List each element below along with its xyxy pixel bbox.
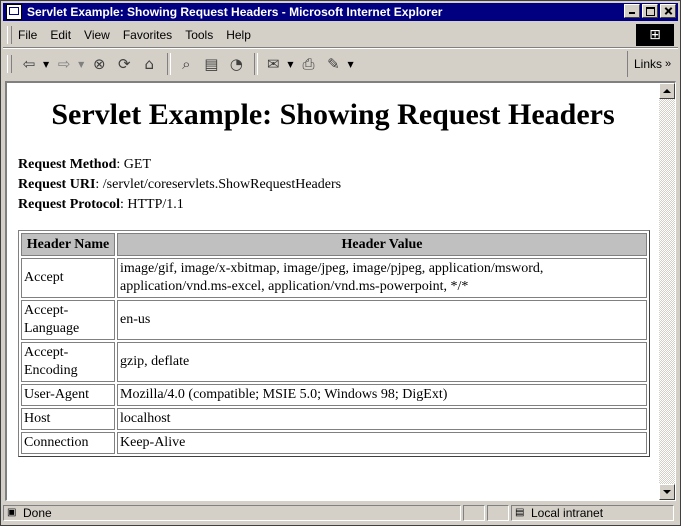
chevron-right-icon[interactable]: »	[665, 58, 671, 70]
window-title: Servlet Example: Showing Request Headers…	[27, 5, 443, 19]
header-value-column: Header Value	[117, 233, 647, 256]
security-zone-panel[interactable]: ▤ Local intranet	[511, 505, 674, 521]
title-bar[interactable]: Servlet Example: Showing Request Headers…	[3, 3, 678, 21]
window-controls	[622, 4, 676, 18]
table-row: User-Agent Mozilla/4.0 (compatible; MSIE…	[21, 384, 647, 406]
page-title: Servlet Example: Showing Request Headers	[51, 98, 615, 131]
menu-view[interactable]: View	[84, 28, 110, 42]
links-bar[interactable]: Links »	[627, 51, 678, 77]
header-name-cell: Accept-Encoding	[21, 342, 115, 382]
headers-table: Header Name Header Value Accept image/gi…	[18, 230, 650, 457]
menu-file[interactable]: File	[18, 28, 37, 42]
request-protocol-label: Request Protocol	[18, 197, 120, 212]
header-value-cell: en-us	[117, 300, 647, 340]
vertical-scrollbar[interactable]	[659, 83, 675, 500]
security-zone-label: Local intranet	[531, 506, 604, 520]
browser-window: Servlet Example: Showing Request Headers…	[0, 0, 681, 526]
header-name-cell: User-Agent	[21, 384, 115, 406]
mail-dropdown-icon[interactable]: ▼	[287, 60, 293, 69]
back-icon[interactable]: ⇦	[18, 53, 40, 75]
header-value-cell: Mozilla/4.0 (compatible; MSIE 5.0; Windo…	[117, 384, 647, 406]
close-button[interactable]	[660, 4, 676, 18]
edit-dropdown-icon[interactable]: ▼	[347, 60, 353, 69]
intranet-zone-icon: ▤	[515, 507, 525, 518]
page-done-icon: ▣	[7, 507, 17, 518]
table-row: Accept image/gif, image/x-xbitmap, image…	[21, 258, 647, 298]
header-value-cell: gzip, deflate	[117, 342, 647, 382]
header-value-cell: image/gif, image/x-xbitmap, image/jpeg, …	[117, 258, 647, 298]
request-info: Request Method: GET Request URI: /servle…	[18, 155, 341, 215]
print-icon[interactable]: ⎙	[297, 53, 319, 75]
request-method-value: GET	[123, 157, 151, 172]
header-name-cell: Accept	[21, 258, 115, 298]
favorites-icon[interactable]: ▤	[200, 53, 222, 75]
links-label: Links	[634, 57, 663, 71]
request-protocol-value: HTTP/1.1	[127, 197, 184, 212]
page-viewport: Servlet Example: Showing Request Headers…	[5, 81, 676, 501]
refresh-icon[interactable]: ⟳	[113, 53, 135, 75]
edit-icon[interactable]: ✎	[322, 53, 344, 75]
header-value-cell: Keep-Alive	[117, 432, 647, 454]
table-row: Accept-Encoding gzip, deflate	[21, 342, 647, 382]
forward-dropdown-icon[interactable]: ▼	[78, 60, 84, 69]
toolbar-grip[interactable]	[7, 55, 12, 73]
table-row: Connection Keep-Alive	[21, 432, 647, 454]
header-name-cell: Connection	[21, 432, 115, 454]
menu-help[interactable]: Help	[226, 28, 251, 42]
page-content: Servlet Example: Showing Request Headers…	[7, 83, 659, 500]
home-icon[interactable]: ⌂	[138, 53, 160, 75]
header-name-column: Header Name	[21, 233, 115, 256]
request-method-label: Request Method	[18, 157, 117, 172]
header-name-cell: Accept-Language	[21, 300, 115, 340]
back-dropdown-icon[interactable]: ▼	[43, 60, 49, 69]
search-icon[interactable]: ⌕	[175, 53, 197, 75]
request-uri-label: Request URI	[18, 177, 96, 192]
request-uri-value: /servlet/coreservlets.ShowRequestHeaders	[102, 177, 342, 192]
status-panel-blank	[463, 505, 485, 521]
toolbar-separator	[254, 53, 259, 75]
toolbar-separator	[167, 53, 172, 75]
status-bar: ▣ Done ▤ Local intranet	[3, 503, 678, 523]
menu-edit[interactable]: Edit	[50, 28, 71, 42]
table-row: Host localhost	[21, 408, 647, 430]
windows-logo-icon: ⊞	[636, 24, 674, 46]
forward-icon[interactable]: ⇨	[53, 53, 75, 75]
scroll-down-button[interactable]	[659, 484, 675, 500]
menu-tools[interactable]: Tools	[185, 28, 213, 42]
history-icon[interactable]: ◔	[225, 53, 247, 75]
menu-favorites[interactable]: Favorites	[123, 28, 172, 42]
menu-bar: File Edit View Favorites Tools Help ⊞	[3, 23, 678, 48]
header-value-cell: localhost	[117, 408, 647, 430]
stop-icon[interactable]: ⊗	[88, 53, 110, 75]
ie-page-icon	[6, 4, 22, 20]
request-method-line: Request Method: GET	[18, 157, 151, 172]
status-text: Done	[23, 506, 52, 520]
table-row: Accept-Language en-us	[21, 300, 647, 340]
scroll-up-button[interactable]	[659, 83, 675, 99]
maximize-button[interactable]	[642, 4, 658, 18]
standard-toolbar: ⇦ ▼ ⇨ ▼ ⊗ ⟳ ⌂ ⌕ ▤ ◔ ✉ ▼ ⎙ ✎ ▼ Links »	[3, 48, 678, 79]
status-panel-blank	[487, 505, 509, 521]
request-uri-line: Request URI: /servlet/coreservlets.ShowR…	[18, 177, 342, 192]
minimize-button[interactable]	[624, 4, 640, 18]
mail-icon[interactable]: ✉	[262, 53, 284, 75]
table-header-row: Header Name Header Value	[21, 233, 647, 256]
status-text-panel: ▣ Done	[3, 505, 461, 521]
menu-grip[interactable]	[7, 26, 12, 44]
header-name-cell: Host	[21, 408, 115, 430]
request-protocol-line: Request Protocol: HTTP/1.1	[18, 197, 184, 212]
